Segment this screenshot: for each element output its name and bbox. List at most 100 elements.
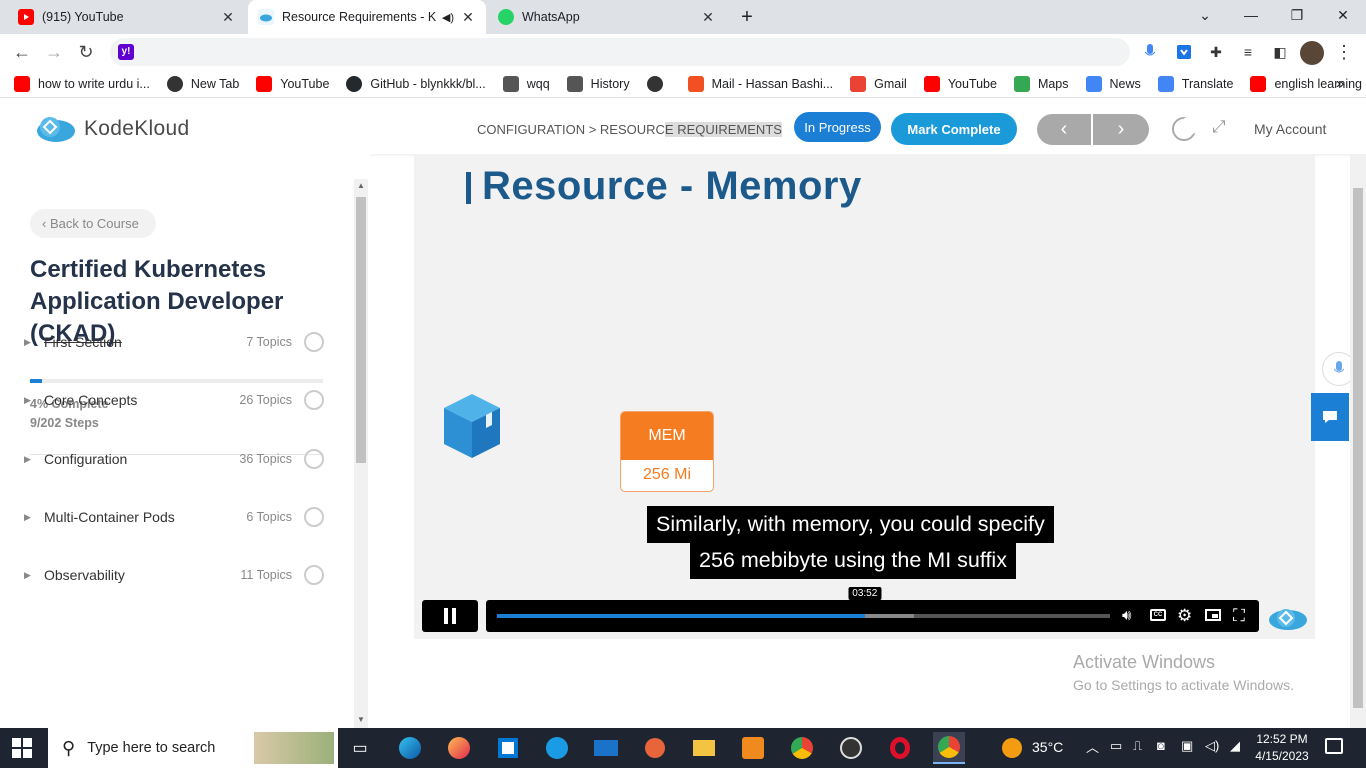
tray-chevron-icon[interactable]: ︿ xyxy=(1086,737,1099,756)
chrome-icon[interactable] xyxy=(786,732,818,764)
page-scrollbar[interactable] xyxy=(1350,154,1366,728)
close-icon[interactable]: ✕ xyxy=(700,9,716,26)
bookmark-item[interactable]: english learning xyxy=(1250,75,1362,92)
video-player[interactable]: Resource - Memory MEM 256 Mi Similarly, … xyxy=(414,154,1315,639)
scrollbar-thumb[interactable] xyxy=(356,197,366,463)
bookmark-item[interactable] xyxy=(646,75,671,92)
restore-button[interactable]: ❐ xyxy=(1274,0,1320,30)
task-view-icon[interactable]: ▭ xyxy=(344,732,376,764)
file-explorer-icon[interactable] xyxy=(688,732,720,764)
expand-arrow-icon[interactable]: ▶ xyxy=(24,570,44,581)
bookmark-item[interactable]: wqq xyxy=(502,75,550,92)
chrome-active-icon[interactable] xyxy=(933,732,965,764)
forward-arrow-icon[interactable]: → xyxy=(40,38,68,66)
tab-whatsapp[interactable]: WhatsApp ✕ xyxy=(488,0,726,34)
next-lesson-button[interactable]: › xyxy=(1093,114,1149,145)
minimize-button[interactable]: — xyxy=(1228,0,1274,30)
media-control-icon[interactable]: ≡ xyxy=(1238,42,1258,62)
bookmark-item[interactable]: how to write urdu i... xyxy=(14,75,150,92)
bookmark-item[interactable]: Mail - Hassan Bashi... xyxy=(687,75,833,92)
wifi-icon[interactable]: ◢ xyxy=(1230,738,1240,754)
sidebar-section-item[interactable]: ▶ Configuration 36 Topics xyxy=(24,447,324,471)
tab-resource-requirements[interactable]: Resource Requirements - Ko ◀) ✕ xyxy=(248,0,486,34)
bookmark-item[interactable]: News xyxy=(1085,75,1141,92)
close-window-button[interactable]: ✕ xyxy=(1320,0,1366,30)
clock-date[interactable]: 4/15/2023 xyxy=(1252,749,1312,763)
mail-icon[interactable] xyxy=(590,732,622,764)
volume-icon[interactable]: 🔊︎ xyxy=(1122,607,1131,624)
breadcrumb[interactable]: CONFIGURATION > RESOURCE REQUIREMENTS xyxy=(477,122,782,137)
game-app-icon[interactable] xyxy=(639,732,671,764)
webcam-icon[interactable]: ◙ xyxy=(1157,738,1165,753)
avatar[interactable] xyxy=(1300,41,1324,65)
clock-time[interactable]: 12:52 PM xyxy=(1252,732,1312,746)
bookmark-item[interactable]: Translate xyxy=(1157,75,1233,92)
microsoft-store-icon[interactable] xyxy=(492,732,524,764)
battery-icon[interactable]: ▭ xyxy=(1110,738,1122,754)
expand-arrow-icon[interactable]: ▶ xyxy=(24,512,44,523)
expand-arrow-icon[interactable]: ▶ xyxy=(24,454,44,465)
extensions-icon[interactable]: ✚ xyxy=(1206,42,1226,62)
speaker-icon[interactable]: ◀) xyxy=(442,11,454,24)
previous-lesson-button[interactable]: ‹ xyxy=(1037,114,1091,145)
temperature[interactable]: 35°C xyxy=(1032,739,1063,755)
captions-icon[interactable]: CC xyxy=(1150,609,1166,621)
side-panel-icon[interactable]: ◧ xyxy=(1270,42,1290,62)
network-icon[interactable]: ⎍ xyxy=(1133,738,1142,754)
sidebar-section-item[interactable]: ▶ First Section 7 Topics xyxy=(24,330,324,354)
opera-icon[interactable] xyxy=(884,732,916,764)
settings-app-icon[interactable] xyxy=(737,732,769,764)
reload-icon[interactable]: ↻ xyxy=(72,38,100,66)
close-icon[interactable]: ✕ xyxy=(220,9,236,26)
bookmark-item[interactable]: Gmail xyxy=(850,75,907,92)
expand-arrow-icon[interactable]: ▶ xyxy=(24,395,44,406)
obs-icon[interactable] xyxy=(835,732,867,764)
bookmark-item[interactable]: GitHub - blynkkk/bl... xyxy=(346,75,486,92)
display-icon[interactable]: ▣ xyxy=(1181,738,1193,754)
sidebar-section-item[interactable]: ▶ Core Concepts 26 Topics xyxy=(24,388,324,412)
chat-button[interactable] xyxy=(1311,393,1349,441)
bookmark-item[interactable]: YouTube xyxy=(923,75,997,92)
dark-mode-icon[interactable] xyxy=(1172,117,1198,141)
my-account-link[interactable]: My Account xyxy=(1254,121,1326,137)
kodekloud-logo-icon[interactable] xyxy=(34,115,76,143)
close-icon[interactable]: ✕ xyxy=(460,9,476,26)
bookmark-item[interactable]: History xyxy=(566,75,630,92)
more-menu-icon[interactable]: ⋮ xyxy=(1334,42,1354,62)
fullscreen-expand-icon[interactable]: ⤢ xyxy=(1212,117,1226,137)
microphone-icon[interactable] xyxy=(1140,42,1160,62)
settings-gear-icon[interactable]: ⚙ xyxy=(1177,606,1192,626)
bookmarks-more-button[interactable]: » xyxy=(1336,75,1344,92)
download-icon[interactable] xyxy=(1174,42,1194,62)
bookmark-item[interactable]: Maps xyxy=(1013,75,1069,92)
bookmark-item[interactable]: YouTube xyxy=(256,75,329,92)
page-scrollbar-thumb[interactable] xyxy=(1353,188,1363,708)
picture-in-picture-icon[interactable] xyxy=(1205,609,1221,621)
taskbar-search-box[interactable]: ⚲ Type here to search xyxy=(48,728,338,768)
mark-complete-button[interactable]: Mark Complete xyxy=(891,113,1017,145)
skype-icon[interactable] xyxy=(541,732,573,764)
kodekloud-watermark-icon[interactable] xyxy=(1266,605,1308,636)
tab-youtube[interactable]: (915) YouTube ✕ xyxy=(8,0,246,34)
pause-button[interactable] xyxy=(422,600,478,632)
windows-start-icon[interactable] xyxy=(12,738,32,763)
back-arrow-icon[interactable]: ← xyxy=(8,38,36,66)
firefox-icon[interactable] xyxy=(443,732,475,764)
notification-center-icon[interactable] xyxy=(1325,738,1343,754)
expand-arrow-icon[interactable]: ▶ xyxy=(24,337,44,348)
volume-tray-icon[interactable]: ◁) xyxy=(1205,738,1219,754)
weather-sun-icon[interactable] xyxy=(1002,738,1022,758)
seek-track[interactable] xyxy=(497,614,1110,618)
address-bar[interactable]: y! xyxy=(110,38,1130,66)
back-to-course-button[interactable]: ‹ Back to Course xyxy=(30,209,156,238)
sidebar-scrollbar[interactable]: ▲ ▼ xyxy=(354,179,368,728)
edge-icon[interactable] xyxy=(394,732,426,764)
fullscreen-icon[interactable]: ⛶ xyxy=(1233,606,1245,626)
new-tab-button[interactable]: + xyxy=(736,6,758,28)
brand-name[interactable]: KodeKloud xyxy=(84,117,189,141)
tab-search-chevron-icon[interactable]: ⌄ xyxy=(1182,0,1228,30)
scroll-up-icon[interactable]: ▲ xyxy=(357,181,365,190)
scroll-down-icon[interactable]: ▼ xyxy=(357,715,365,724)
sidebar-section-item[interactable]: ▶ Observability 11 Topics xyxy=(24,563,324,587)
sidebar-section-item[interactable]: ▶ Multi-Container Pods 6 Topics xyxy=(24,505,324,529)
